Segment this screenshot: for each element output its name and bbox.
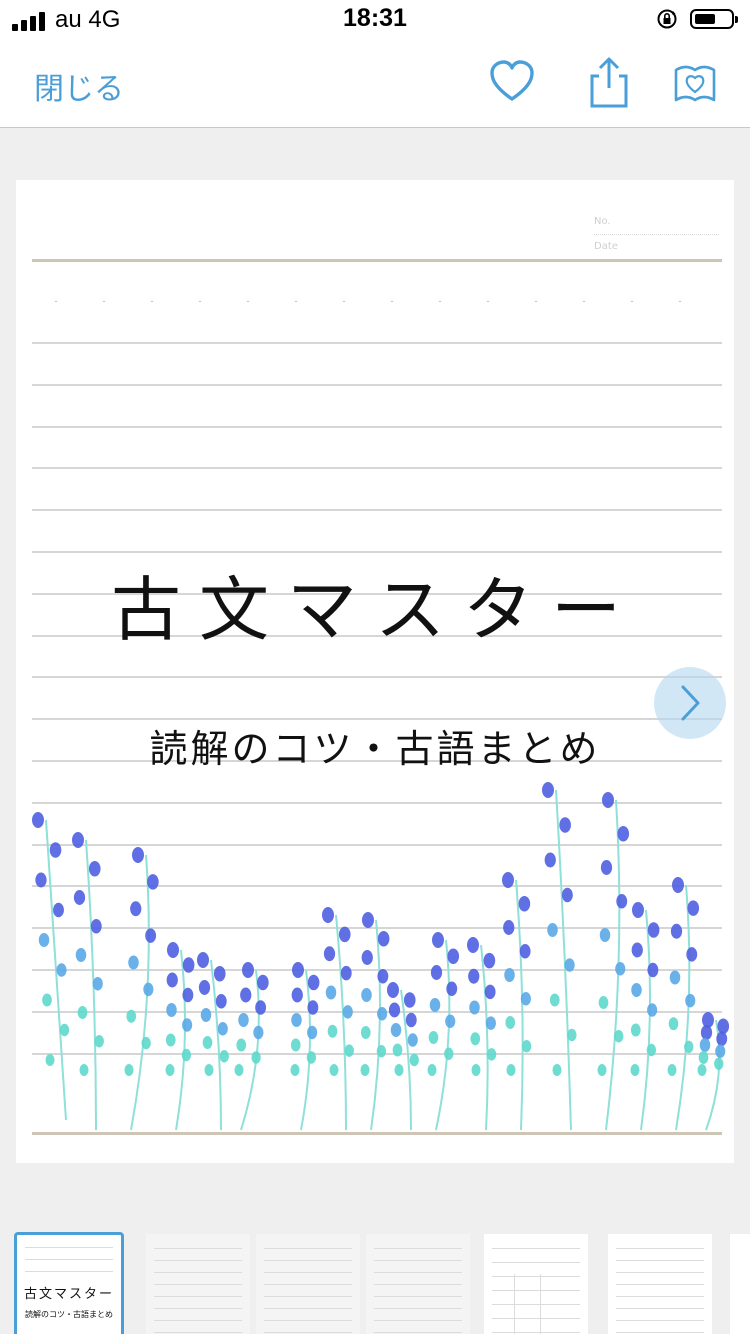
flower-illustration xyxy=(32,782,730,1131)
status-right xyxy=(656,8,738,30)
note-subtitle: 読解のコツ・古語まとめ xyxy=(149,727,601,771)
note-page: No. Date 古文マスター 読解のコツ・古語まとめ xyxy=(16,180,734,1163)
thumbnail-strip[interactable]: 古文マスター 読解のコツ・古語まとめ xyxy=(0,1212,750,1334)
thumbnail-selected[interactable]: 古文マスター 読解のコツ・古語まとめ xyxy=(14,1232,124,1334)
share-icon[interactable] xyxy=(584,54,634,110)
note-title: 古文マスター xyxy=(111,569,639,651)
status-bar: au 4G 18:31 xyxy=(0,0,750,40)
close-button[interactable]: 閉じる xyxy=(34,64,124,108)
folder-heart-icon[interactable] xyxy=(672,60,718,106)
chevron-right-icon xyxy=(681,685,700,721)
thumbnail-page-6[interactable] xyxy=(608,1234,712,1334)
thumbnail-subtitle: 読解のコツ・古語まとめ xyxy=(25,1310,113,1319)
navigation-bar: 閉じる xyxy=(0,40,750,128)
thumbnail-title: 古文マスター xyxy=(23,1287,114,1302)
thumbnail-page-2[interactable] xyxy=(146,1234,250,1334)
thumbnail-page-5[interactable] xyxy=(484,1234,588,1334)
orientation-lock-icon xyxy=(657,9,677,29)
thumbnail-page-4[interactable] xyxy=(366,1234,470,1334)
thumbnail-page-3[interactable] xyxy=(256,1234,360,1334)
status-time: 18:31 xyxy=(343,4,407,32)
next-page-button[interactable] xyxy=(654,667,726,739)
battery-icon xyxy=(690,9,738,29)
heart-icon[interactable] xyxy=(487,58,537,108)
thumbnail-page-7[interactable] xyxy=(730,1234,750,1334)
